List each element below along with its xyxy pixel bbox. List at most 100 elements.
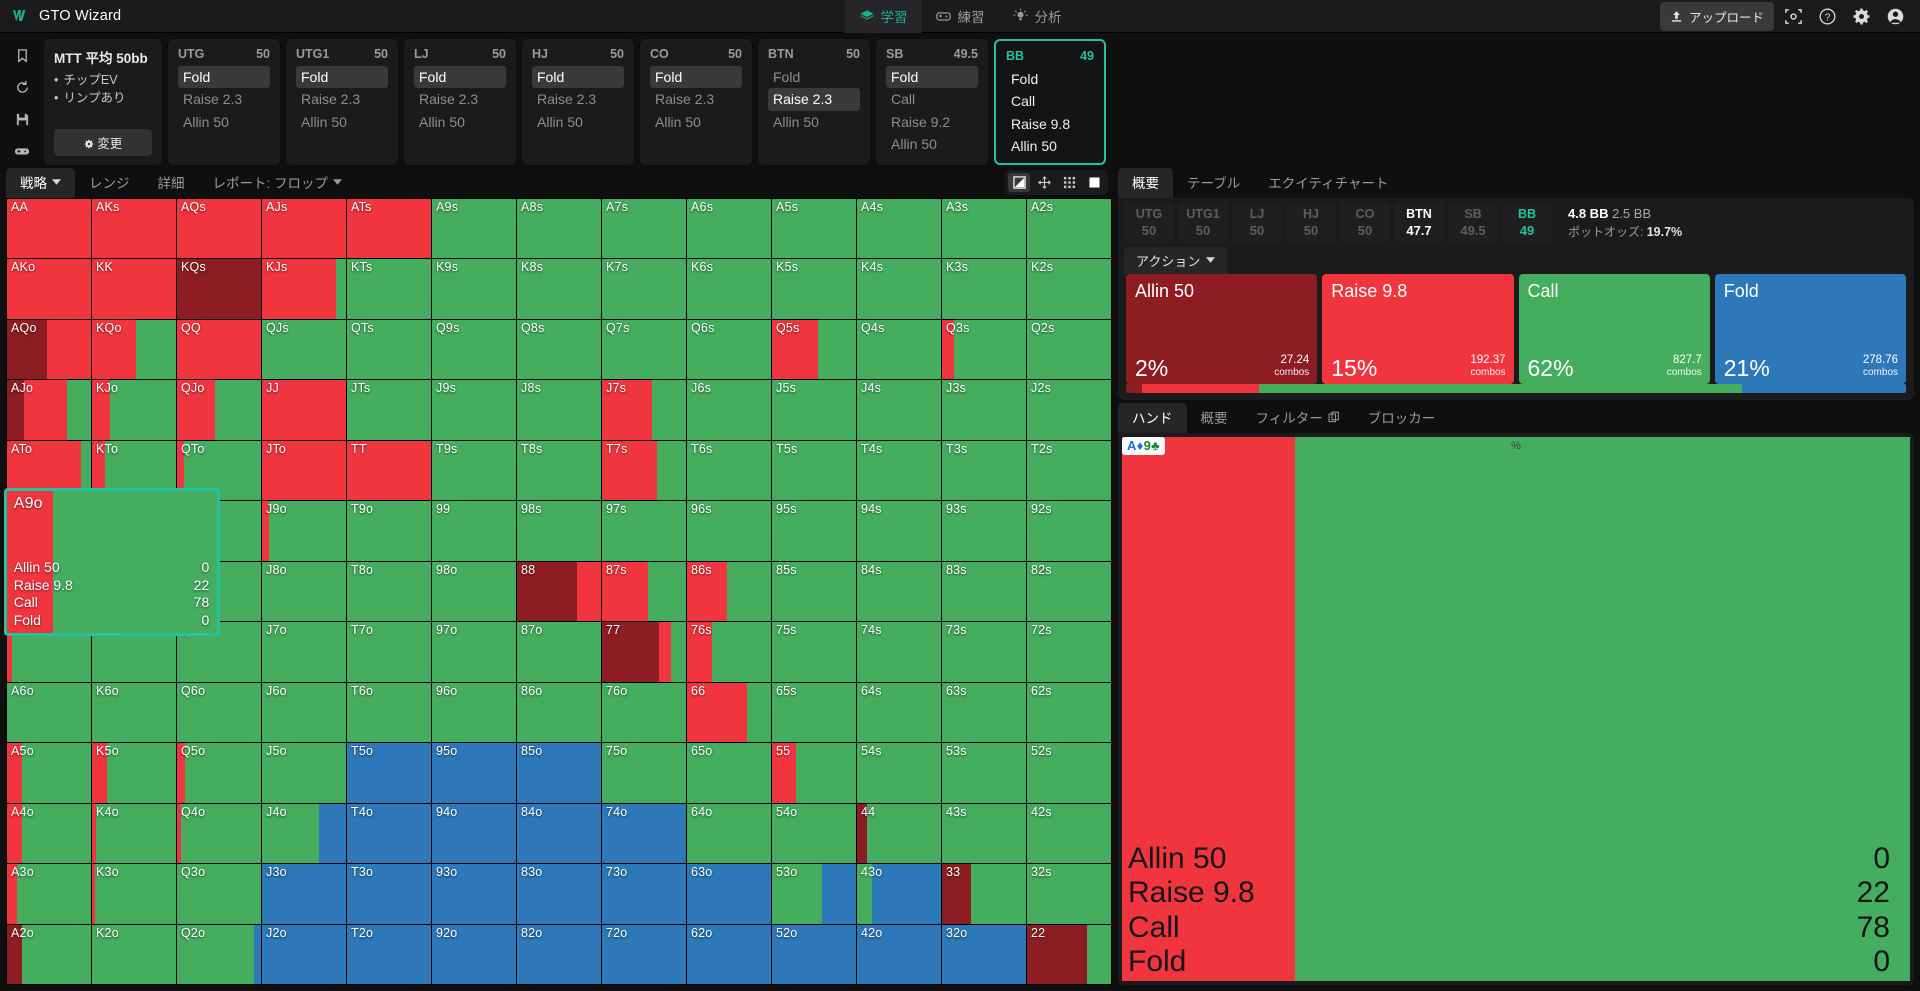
selected-cell-popup[interactable]: A9o Allin 50 0 Raise 9.8 22 Call 78 Fold 0 — [3, 488, 221, 637]
matrix-cell[interactable]: KJo — [92, 380, 176, 440]
matrix-cell[interactable]: 82o — [517, 924, 601, 984]
position-chip-utg[interactable]: UTG 50 — [1124, 203, 1174, 243]
gear-icon[interactable] — [1846, 1, 1876, 31]
matrix-cell[interactable]: 73o — [602, 864, 686, 924]
matrix-cell[interactable]: 98s — [517, 501, 601, 561]
position-action[interactable]: Raise 2.3 — [768, 88, 860, 111]
matrix-cell[interactable]: 64s — [857, 682, 941, 743]
matrix-cell[interactable]: T2o — [347, 924, 431, 984]
matrix-cell[interactable]: 85o — [517, 743, 601, 803]
matrix-cell[interactable]: 82s — [1027, 561, 1111, 622]
matrix-cell[interactable]: 92s — [1027, 501, 1111, 561]
matrix-cell[interactable]: A9s — [432, 199, 516, 259]
matrix-cell[interactable]: K2o — [92, 924, 176, 984]
position-chip-sb[interactable]: SB 49.5 — [1448, 203, 1498, 243]
matrix-cell[interactable]: A2s — [1027, 199, 1111, 259]
matrix-cell[interactable]: A5o — [7, 743, 91, 803]
matrix-cell[interactable]: 96o — [432, 682, 516, 743]
matrix-cell[interactable]: 74o — [602, 803, 686, 864]
matrix-cell[interactable]: 33 — [942, 864, 1026, 924]
action-block-fold[interactable]: Fold 21% 278.76 combos — [1714, 273, 1906, 384]
matrix-cell[interactable]: 22 — [1027, 924, 1111, 984]
matrix-cell[interactable]: 92o — [432, 924, 516, 984]
matrix-cell[interactable]: KK — [92, 259, 176, 319]
matrix-cell[interactable]: Q4s — [857, 319, 941, 380]
matrix-cell[interactable]: 86s — [687, 561, 771, 622]
matrix-cell[interactable]: T3o — [347, 864, 431, 924]
range-matrix[interactable]: AA AKs AQs AJs ATs A9s A8s A7s A6s A5s A4s A3s A2s AK… — [3, 198, 1112, 985]
matrix-cell[interactable]: A8s — [517, 199, 601, 259]
matrix-cell[interactable]: 99 — [432, 501, 516, 561]
matrix-cell[interactable]: T8o — [347, 561, 431, 622]
matrix-cell[interactable]: A2o — [7, 924, 91, 984]
topnav-item-study[interactable]: 学習 — [844, 0, 922, 33]
matrix-cell[interactable]: 42s — [1027, 803, 1111, 864]
solid-icon[interactable] — [1083, 173, 1105, 192]
hand-detail-panel[interactable]: A♦9♣ % Allin 50 0 Raise 9.8 22 Call 78 Fold 0 — [1118, 432, 1914, 985]
matrix-cell[interactable]: J3o — [262, 864, 346, 924]
matrix-cell[interactable]: 76o — [602, 682, 686, 743]
tab-strategy[interactable]: 戦略 — [6, 168, 75, 198]
position-chip-utg1[interactable]: UTG1 50 — [1178, 203, 1228, 243]
matrix-cell[interactable]: A4s — [857, 199, 941, 259]
matrix-cell[interactable]: AQs — [177, 199, 261, 259]
matrix-cell[interactable]: T7s — [602, 440, 686, 501]
position-action[interactable]: Raise 2.3 — [178, 88, 270, 110]
matrix-cell[interactable]: T6o — [347, 682, 431, 743]
matrix-cell[interactable]: 94s — [857, 501, 941, 561]
position-action[interactable]: Allin 50 — [296, 111, 388, 133]
matrix-cell[interactable]: A3o — [7, 864, 91, 924]
position-action[interactable]: Allin 50 — [414, 111, 506, 133]
matrix-cell[interactable]: J2o — [262, 924, 346, 984]
tab-table[interactable]: テーブル — [1173, 168, 1254, 198]
matrix-cell[interactable]: 76s — [687, 622, 771, 682]
matrix-cell[interactable]: A5s — [772, 199, 856, 259]
position-action[interactable]: Fold — [886, 66, 978, 89]
position-action[interactable]: Allin 50 — [886, 133, 978, 155]
position-action[interactable]: Allin 50 — [650, 111, 742, 133]
tab-action[interactable]: アクション — [1124, 246, 1228, 274]
position-card-co[interactable]: CO 50 Fold Raise 2.3 Allin 50 — [640, 39, 752, 165]
position-card-btn[interactable]: BTN 50 Fold Raise 2.3 Allin 50 — [758, 39, 870, 165]
matrix-cell[interactable]: J9s — [432, 380, 516, 440]
matrix-cell[interactable]: J8s — [517, 380, 601, 440]
tab-hand-summary[interactable]: 概要 — [1187, 403, 1242, 433]
scan-icon[interactable] — [1778, 1, 1808, 31]
matrix-cell[interactable]: JTs — [347, 380, 431, 440]
matrix-cell[interactable]: 62o — [687, 924, 771, 984]
matrix-cell[interactable]: J8o — [262, 561, 346, 622]
matrix-cell[interactable]: KTs — [347, 259, 431, 319]
position-action[interactable]: Raise 2.3 — [650, 88, 742, 110]
matrix-cell[interactable]: 43o — [857, 864, 941, 924]
matrix-cell[interactable]: T5o — [347, 743, 431, 803]
matrix-cell[interactable]: K4o — [92, 803, 176, 864]
matrix-cell[interactable]: 77 — [602, 622, 686, 682]
matrix-cell[interactable]: 63o — [687, 864, 771, 924]
matrix-cell[interactable]: 84o — [517, 803, 601, 864]
matrix-cell[interactable]: AKs — [92, 199, 176, 259]
matrix-cell[interactable]: Q3o — [177, 864, 261, 924]
matrix-cell[interactable]: 85s — [772, 561, 856, 622]
position-action[interactable]: Fold — [414, 66, 506, 89]
matrix-cell[interactable]: 95s — [772, 501, 856, 561]
action-block-allin-50[interactable]: Allin 50 2% 27.24 combos — [1126, 273, 1318, 384]
topnav-item-practice[interactable]: 練習 — [922, 0, 999, 33]
matrix-cell[interactable]: QJs — [262, 319, 346, 380]
tab-details[interactable]: 詳細 — [144, 168, 199, 198]
matrix-cell[interactable]: K2s — [1027, 259, 1111, 319]
matrix-cell[interactable]: 94o — [432, 803, 516, 864]
refresh-icon[interactable] — [12, 77, 32, 97]
matrix-cell[interactable]: T9o — [347, 501, 431, 561]
matrix-cell[interactable]: 93s — [942, 501, 1026, 561]
matrix-cell[interactable]: Q5o — [177, 743, 261, 803]
matrix-cell[interactable]: Q2s — [1027, 319, 1111, 380]
matrix-cell[interactable]: 52s — [1027, 743, 1111, 803]
matrix-cell[interactable]: 74s — [857, 622, 941, 682]
matrix-cell[interactable]: 32s — [1027, 864, 1111, 924]
matrix-cell[interactable]: KJs — [262, 259, 346, 319]
matrix-cell[interactable]: T7o — [347, 622, 431, 682]
matrix-cell[interactable]: 96s — [687, 501, 771, 561]
tab-hand[interactable]: ハンド — [1118, 402, 1187, 433]
tab-blocker[interactable]: ブロッカー — [1354, 403, 1450, 433]
matrix-cell[interactable]: 93o — [432, 864, 516, 924]
